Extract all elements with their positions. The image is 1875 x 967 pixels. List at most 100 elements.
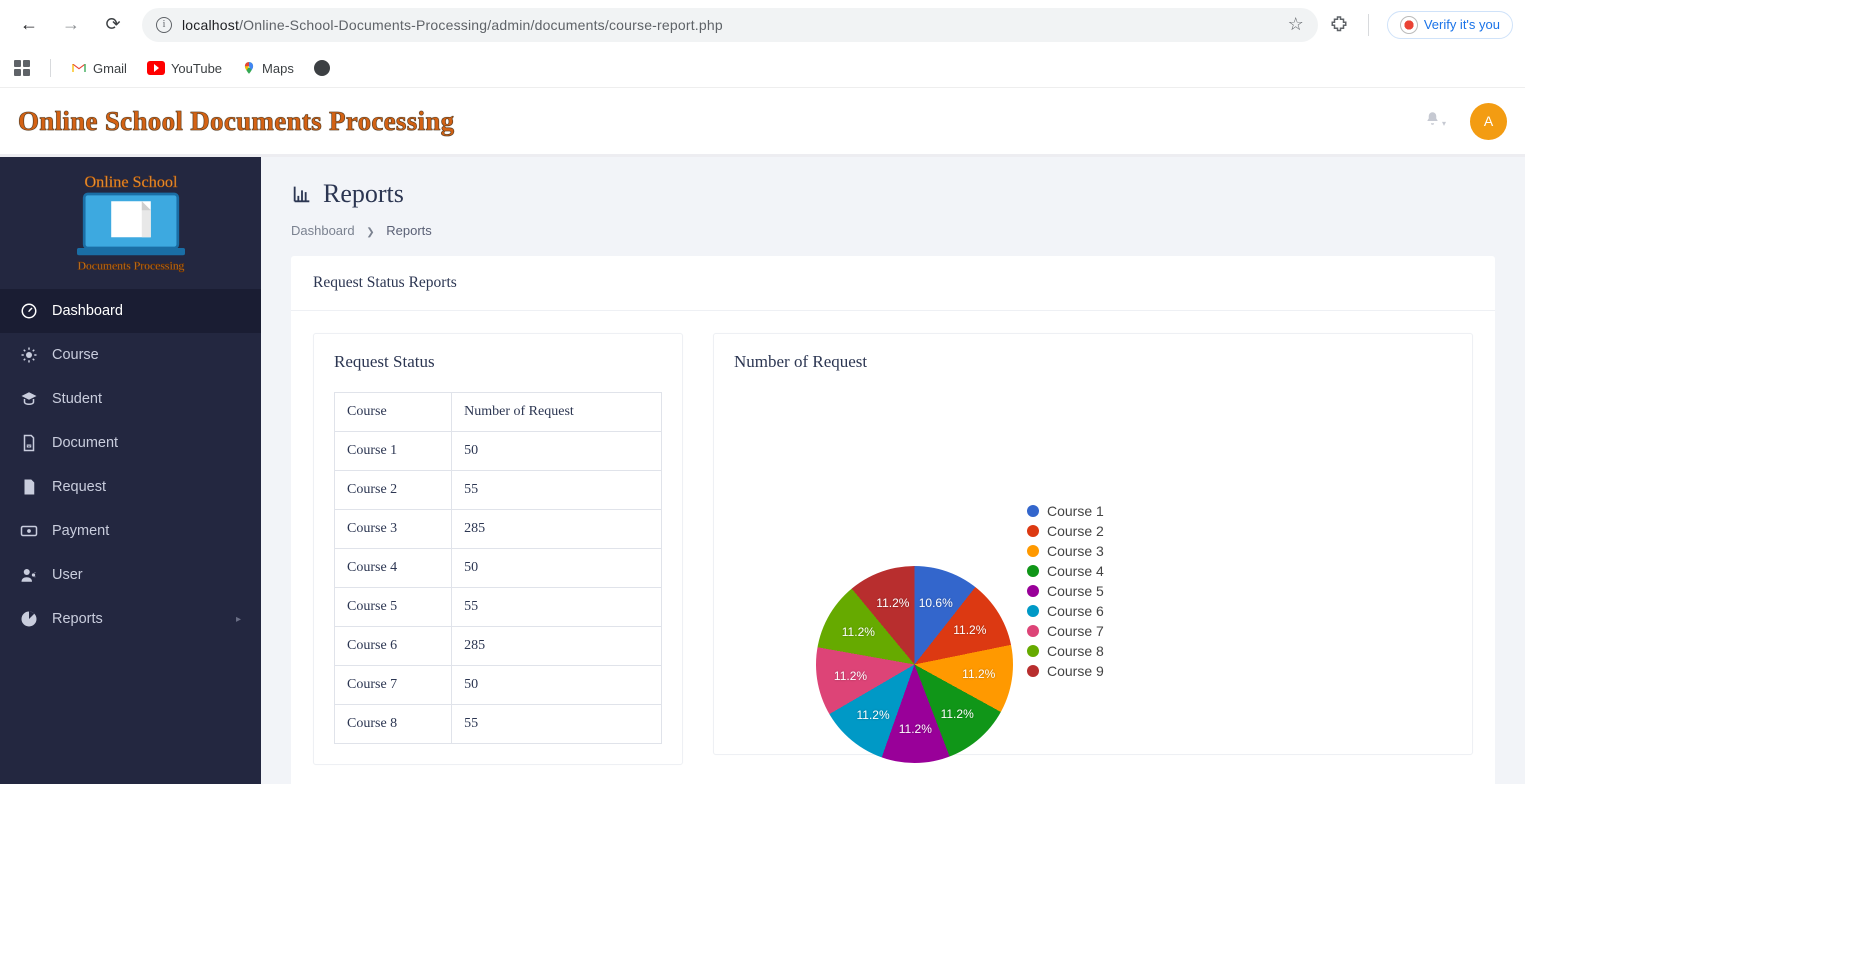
browser-toolbar: ← → ⟳ i localhost/Online-School-Document… <box>0 0 1525 49</box>
student-icon <box>20 390 38 408</box>
table-panel: Request Status Course Number of Request … <box>313 333 683 765</box>
col-count: Number of Request <box>452 393 662 432</box>
legend-swatch <box>1027 505 1039 517</box>
cell-course: Course 2 <box>335 471 452 510</box>
bookmark-youtube[interactable]: YouTube <box>147 61 222 76</box>
legend-item: Course 6 <box>1027 603 1104 619</box>
dashboard-icon <box>20 302 38 320</box>
sidebar-item-course[interactable]: Course <box>0 333 261 377</box>
slice-label: 11.2% <box>899 722 932 736</box>
document-icon: W <box>20 434 38 452</box>
legend-label: Course 1 <box>1047 503 1104 519</box>
table-panel-title: Request Status <box>314 334 682 384</box>
apps-button[interactable] <box>14 60 30 76</box>
svg-text:Documents Processing: Documents Processing <box>77 260 184 273</box>
bookmark-star-icon[interactable]: ☆ <box>1288 14 1304 35</box>
profile-avatar-icon <box>1400 16 1418 34</box>
chevron-right-icon: ❯ <box>366 227 374 238</box>
legend-swatch <box>1027 545 1039 557</box>
extensions-icon[interactable] <box>1330 14 1348 36</box>
legend-label: Course 8 <box>1047 643 1104 659</box>
col-course: Course <box>335 393 452 432</box>
brand-title: Online School Documents Processing <box>18 106 454 137</box>
user-avatar[interactable]: A <box>1470 103 1507 140</box>
youtube-icon <box>147 61 165 75</box>
sidebar-item-label: Request <box>52 479 106 495</box>
slice-label: 11.2% <box>856 708 889 722</box>
legend-item: Course 4 <box>1027 563 1104 579</box>
sidebar-item-dashboard[interactable]: Dashboard <box>0 289 261 333</box>
legend-item: Course 2 <box>1027 523 1104 539</box>
legend-swatch <box>1027 585 1039 597</box>
table-row: Course 450 <box>335 549 662 588</box>
bookmark-site[interactable] <box>314 60 330 76</box>
legend-item: Course 5 <box>1027 583 1104 599</box>
breadcrumb-root[interactable]: Dashboard <box>291 223 355 238</box>
notifications-button[interactable]: ▾ <box>1425 111 1446 131</box>
chevron-right-icon: ▸ <box>236 614 241 625</box>
sidebar-logo: Online School Documents Processing <box>0 157 261 289</box>
cell-course: Course 1 <box>335 432 452 471</box>
bookmark-maps[interactable]: Maps <box>242 60 294 76</box>
reports-icon <box>20 610 38 628</box>
table-row: Course 6285 <box>335 627 662 666</box>
sidebar-item-payment[interactable]: Payment <box>0 509 261 553</box>
apps-grid-icon <box>14 60 30 76</box>
cell-course: Course 7 <box>335 666 452 705</box>
legend-swatch <box>1027 565 1039 577</box>
chart-panel-title: Number of Request <box>714 334 1472 384</box>
sidebar-item-user[interactable]: User <box>0 553 261 597</box>
cell-course: Course 3 <box>335 510 452 549</box>
maps-pin-icon <box>242 60 256 76</box>
sidebar-item-request[interactable]: Request <box>0 465 261 509</box>
verify-profile-chip[interactable]: Verify it's you <box>1387 11 1513 39</box>
bookmarks-bar: Gmail YouTube Maps <box>0 49 1525 88</box>
breadcrumb: Dashboard ❯ Reports <box>291 223 1495 256</box>
address-bar[interactable]: i localhost/Online-School-Documents-Proc… <box>142 8 1318 42</box>
sidebar-item-label: Reports <box>52 611 103 627</box>
cell-course: Course 5 <box>335 588 452 627</box>
sidebar-item-label: Dashboard <box>52 303 123 319</box>
slice-label: 11.2% <box>941 707 974 721</box>
cell-count: 50 <box>452 666 662 705</box>
legend-item: Course 8 <box>1027 643 1104 659</box>
sidebar-item-reports[interactable]: Reports ▸ <box>0 597 261 641</box>
payment-icon <box>20 522 38 540</box>
main-content: Reports Dashboard ❯ Reports Request Stat… <box>261 157 1525 784</box>
bookmark-gmail[interactable]: Gmail <box>71 60 127 76</box>
reload-button[interactable]: ⟳ <box>96 8 130 42</box>
request-icon <box>20 478 38 496</box>
divider <box>1368 14 1369 36</box>
request-status-table: Course Number of Request Course 150Cours… <box>334 392 662 744</box>
verify-label: Verify it's you <box>1424 17 1500 32</box>
cell-count: 55 <box>452 471 662 510</box>
globe-icon <box>314 60 330 76</box>
forward-button[interactable]: → <box>54 8 88 42</box>
bell-icon <box>1425 111 1440 126</box>
legend-label: Course 6 <box>1047 603 1104 619</box>
legend-item: Course 3 <box>1027 543 1104 559</box>
sidebar-item-document[interactable]: WDocument <box>0 421 261 465</box>
back-button[interactable]: ← <box>12 8 46 42</box>
cell-course: Course 8 <box>335 705 452 744</box>
app-header: Online School Documents Processing ▾ A <box>0 88 1525 157</box>
sidebar: Online School Documents Processing Dashb… <box>0 157 261 784</box>
legend-swatch <box>1027 525 1039 537</box>
legend-swatch <box>1027 645 1039 657</box>
card-title: Request Status Reports <box>291 256 1495 311</box>
divider <box>50 59 51 77</box>
cell-course: Course 6 <box>335 627 452 666</box>
cell-count: 50 <box>452 549 662 588</box>
legend-item: Course 1 <box>1027 503 1104 519</box>
site-info-icon[interactable]: i <box>156 17 172 33</box>
slice-label: 10.6% <box>919 596 953 610</box>
slice-label: 11.2% <box>962 667 995 681</box>
breadcrumb-current: Reports <box>386 223 432 238</box>
chart-panel: Number of Request 10.6% 11.2% 11.2% 11.2% 11… <box>713 333 1473 755</box>
sidebar-item-student[interactable]: Student <box>0 377 261 421</box>
legend-label: Course 9 <box>1047 663 1104 679</box>
table-row: Course 555 <box>335 588 662 627</box>
page-title: Reports <box>323 179 404 209</box>
svg-text:W: W <box>28 444 31 448</box>
cell-count: 285 <box>452 627 662 666</box>
